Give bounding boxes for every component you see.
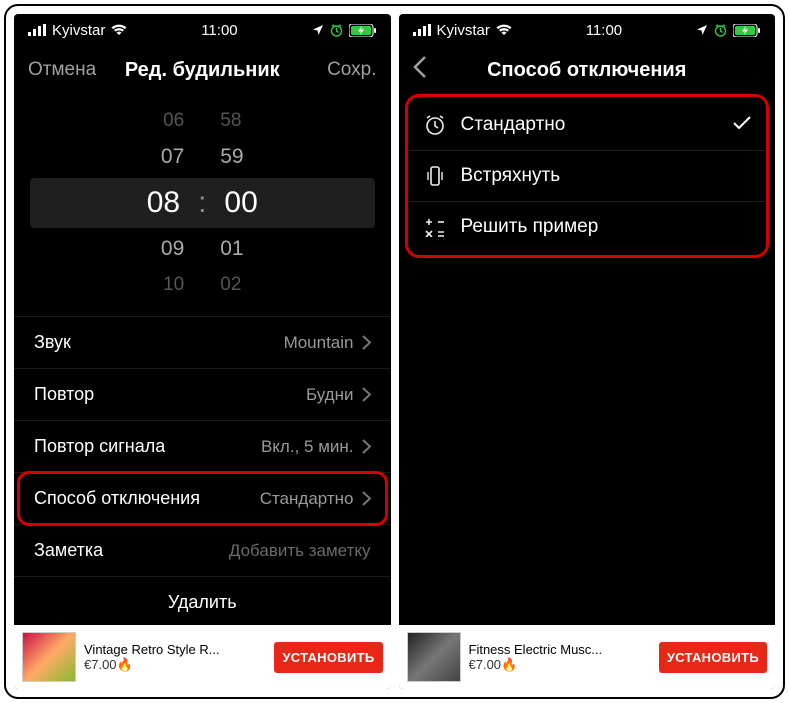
math-icon <box>423 217 447 237</box>
ad-thumbnail <box>407 632 461 682</box>
carrier-label: Kyivstar <box>437 22 490 39</box>
status-bar: Kyivstar 11:00 <box>14 14 391 46</box>
ad-thumbnail <box>22 632 76 682</box>
ad-price: €7.00🔥 <box>84 657 266 673</box>
phone-left: Kyivstar 11:00 Отмена Ред. будильник Сох… <box>14 14 391 689</box>
ad-title: Vintage Retro Style R... <box>84 642 266 657</box>
method-label: Стандартно <box>461 114 720 136</box>
check-icon <box>733 114 751 136</box>
signal-icon <box>28 24 46 36</box>
ad-install-button[interactable]: УСТАНОВИТЬ <box>274 642 382 673</box>
ad-title: Fitness Electric Musc... <box>469 642 651 657</box>
method-standard[interactable]: Стандартно <box>409 100 766 151</box>
row-note[interactable]: Заметка Добавить заметку <box>14 524 391 576</box>
row-value: Вкл., 5 мин. <box>261 437 354 457</box>
method-math[interactable]: Решить пример <box>409 202 766 252</box>
row-label: Заметка <box>34 540 103 561</box>
picker-min: 01 <box>220 230 243 268</box>
picker-min: 58 <box>220 104 241 138</box>
row-value: Mountain <box>284 333 354 353</box>
method-shake[interactable]: Встряхнуть <box>409 151 766 202</box>
alarm-icon <box>714 24 727 37</box>
row-dismiss-method[interactable]: Способ отключения Стандартно <box>14 472 391 524</box>
row-sound[interactable]: Звук Mountain <box>14 316 391 368</box>
status-bar: Kyivstar 11:00 <box>399 14 776 46</box>
page-title: Ред. будильник <box>98 59 307 82</box>
row-value: Стандартно <box>260 489 354 509</box>
navbar-dismiss-method: Способ отключения <box>399 46 776 94</box>
row-snooze[interactable]: Повтор сигнала Вкл., 5 мин. <box>14 420 391 472</box>
row-label: Звук <box>34 332 71 353</box>
carrier-label: Kyivstar <box>52 22 105 39</box>
method-label: Встряхнуть <box>461 165 752 187</box>
page-title: Способ отключения <box>483 59 692 82</box>
row-label: Повтор сигнала <box>34 436 165 457</box>
wifi-icon <box>111 24 127 36</box>
chevron-right-icon <box>362 335 371 350</box>
navbar-edit-alarm: Отмена Ред. будильник Сохр. <box>14 46 391 94</box>
save-button[interactable]: Сохр. <box>307 59 377 81</box>
phone-shake-icon <box>423 165 447 187</box>
location-icon <box>312 24 324 36</box>
ad-install-button[interactable]: УСТАНОВИТЬ <box>659 642 767 673</box>
row-label: Повтор <box>34 384 94 405</box>
row-placeholder: Добавить заметку <box>229 541 371 561</box>
battery-icon <box>349 24 377 37</box>
picker-hour: 06 <box>163 104 184 138</box>
chevron-left-icon <box>413 56 426 78</box>
time-picker[interactable]: 06 58 07 59 08 : 00 09 01 10 02 <box>14 94 391 316</box>
dismiss-method-list: Стандартно Встряхнуть Решить пример <box>409 100 766 252</box>
row-delete[interactable]: Удалить <box>14 576 391 625</box>
clock-label: 11:00 <box>586 22 622 39</box>
phone-right: Kyivstar 11:00 Способ отключения Стандар… <box>399 14 776 689</box>
cancel-button[interactable]: Отмена <box>28 59 98 81</box>
back-button[interactable] <box>413 56 483 84</box>
method-label: Решить пример <box>461 216 752 238</box>
picker-selected: 08 : 00 <box>30 178 375 228</box>
picker-hour: 10 <box>163 268 184 302</box>
picker-colon: : <box>198 186 206 220</box>
row-label: Способ отключения <box>34 488 200 509</box>
signal-icon <box>413 24 431 36</box>
battery-icon <box>733 24 761 37</box>
chevron-right-icon <box>362 387 371 402</box>
chevron-right-icon <box>362 439 371 454</box>
alarm-icon <box>330 24 343 37</box>
screenshot-frame: Kyivstar 11:00 Отмена Ред. будильник Сох… <box>4 4 785 699</box>
settings-list: Звук Mountain Повтор Будни Повтор сигнал… <box>14 316 391 625</box>
wifi-icon <box>496 24 512 36</box>
picker-hour: 07 <box>161 138 184 176</box>
picker-min: 02 <box>220 268 241 302</box>
clock-icon <box>423 114 447 136</box>
picker-min-selected: 00 <box>224 186 257 220</box>
ad-price: €7.00🔥 <box>469 657 651 673</box>
picker-min: 59 <box>220 138 243 176</box>
row-repeat[interactable]: Повтор Будни <box>14 368 391 420</box>
picker-hour-selected: 08 <box>147 186 180 220</box>
row-value: Будни <box>306 385 354 405</box>
delete-label: Удалить <box>168 592 237 613</box>
ad-banner[interactable]: Vintage Retro Style R... €7.00🔥 УСТАНОВИ… <box>14 625 391 689</box>
chevron-right-icon <box>362 491 371 506</box>
clock-label: 11:00 <box>201 22 237 39</box>
picker-hour: 09 <box>161 230 184 268</box>
location-icon <box>696 24 708 36</box>
ad-banner[interactable]: Fitness Electric Musc... €7.00🔥 УСТАНОВИ… <box>399 625 776 689</box>
